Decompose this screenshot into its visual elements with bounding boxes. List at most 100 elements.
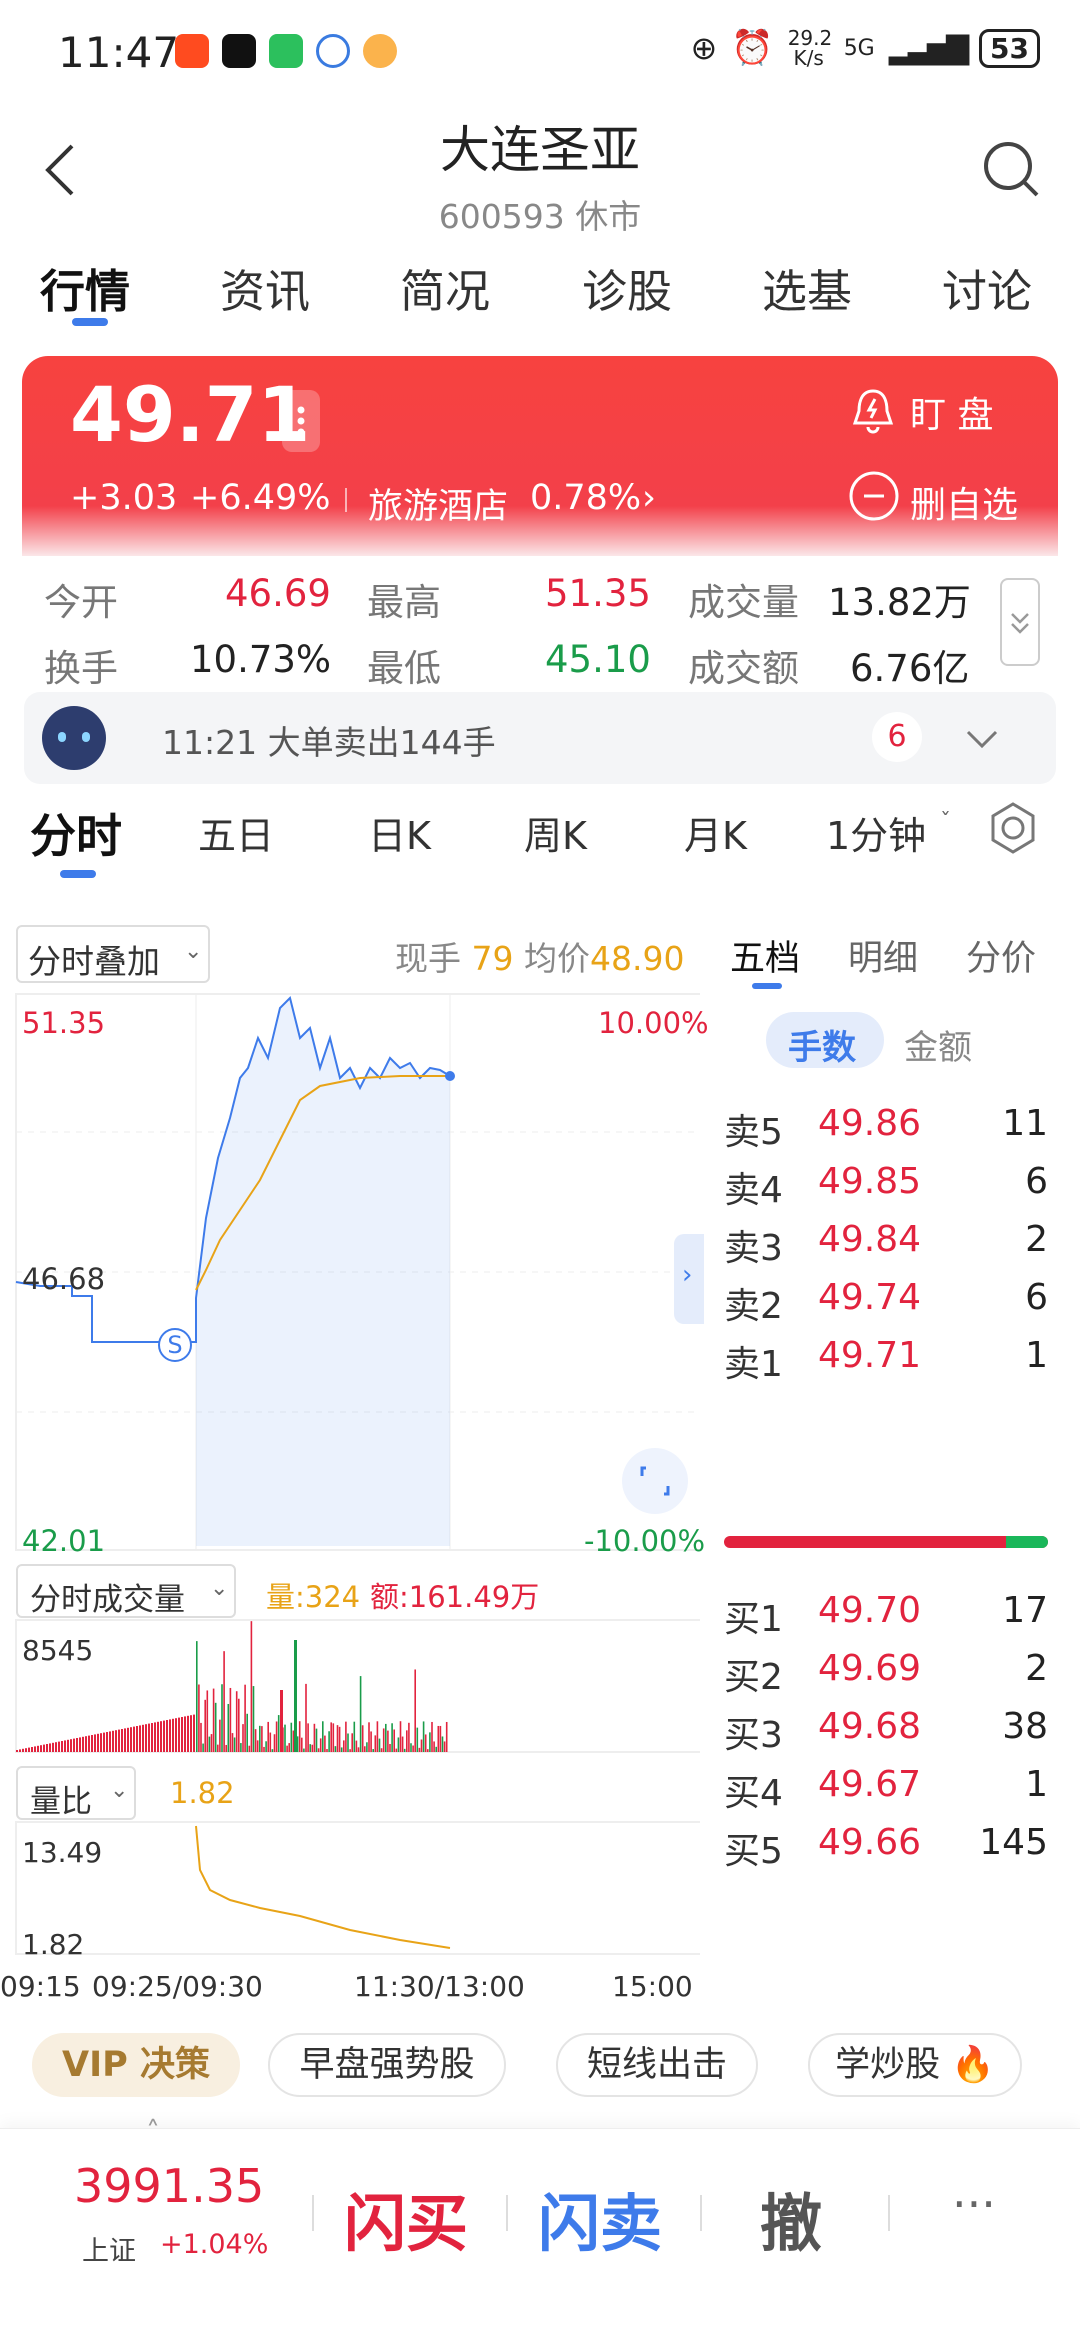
toggle-lots[interactable]: 手数 [766, 1012, 884, 1068]
book-tab-level5[interactable]: 五档 [730, 930, 800, 981]
ask-row-qty: 2 [1025, 1219, 1048, 1260]
volume-bar [22, 1748, 24, 1752]
chart-bot-pct: -10.00% [584, 1524, 706, 1558]
bid-row-price: 49.70 [818, 1590, 922, 1631]
short-term-button[interactable]: 短线出击 [556, 2033, 758, 2097]
more-menu-button[interactable]: ··· [952, 2177, 996, 2231]
fullscreen-button[interactable] [622, 1448, 688, 1514]
vip-decision-button[interactable]: VIP 决策 [32, 2033, 240, 2097]
volume-bar [130, 1727, 132, 1752]
tab-funds[interactable]: 选基 [762, 255, 852, 320]
tab-discuss[interactable]: 讨论 [942, 255, 1032, 320]
sector-pct[interactable]: 0.78% [530, 478, 641, 518]
volume-bar [437, 1725, 440, 1752]
volume-bar [252, 1686, 255, 1752]
volume-bar [16, 1750, 18, 1752]
volume-bar [198, 1684, 200, 1752]
watch-label: 盯 盘 [910, 395, 994, 436]
remove-watchlist-button[interactable]: 删自选 [848, 468, 1028, 528]
volume-bar [294, 1640, 297, 1752]
volume-bar [166, 1720, 168, 1752]
volume-bar [338, 1726, 341, 1752]
search-button[interactable] [982, 140, 1040, 202]
notice-bar[interactable]: 11:21 大单卖出144手 6 [24, 692, 1056, 784]
overlay-dropdown[interactable]: 分时叠加 ⌄ [16, 925, 210, 983]
app-icon-2 [363, 34, 397, 68]
volume-bar [46, 1744, 48, 1752]
ask-row-price: 49.86 [818, 1103, 922, 1144]
tab-quote[interactable]: 行情 [40, 255, 130, 320]
toggle-amount[interactable]: 金额 [904, 1020, 972, 1069]
app-icon [316, 34, 350, 68]
volume-bar [403, 1748, 406, 1752]
volume-bar [148, 1723, 150, 1752]
quick-sell-button[interactable]: 闪卖 [538, 2173, 662, 2263]
volume-bar [181, 1717, 183, 1752]
volume-bar [395, 1748, 398, 1752]
volume-bar [427, 1749, 429, 1752]
chart-tab-minute[interactable]: 1分钟 [826, 805, 926, 860]
quick-buy-button[interactable]: 闪买 [344, 2173, 468, 2263]
volume-bar [397, 1737, 400, 1752]
volume-bar [387, 1730, 389, 1752]
volume-bar [284, 1724, 286, 1752]
volume-ratio-line [195, 1825, 451, 1949]
chart-settings-button[interactable] [985, 800, 1041, 860]
chart-tab-daily[interactable]: 日K [368, 805, 431, 860]
bid-row-qty: 38 [1002, 1706, 1048, 1747]
volume-bar [217, 1744, 219, 1752]
learn-trading-button[interactable]: 学炒股 🔥 [808, 2033, 1022, 2097]
volume-bar [127, 1727, 129, 1752]
bid-row-price: 49.67 [818, 1764, 922, 1805]
volume-bar [58, 1741, 60, 1752]
ratio-dropdown[interactable]: 量比 ⌄ [16, 1766, 136, 1820]
chart-tab-intraday[interactable]: 分时 [30, 800, 122, 866]
ask-row-qty: 6 [1025, 1277, 1048, 1318]
volume-bar [187, 1715, 189, 1752]
book-tab-price[interactable]: 分价 [966, 930, 1036, 981]
volume-bar [64, 1740, 66, 1752]
chart-tab-5day[interactable]: 五日 [198, 805, 274, 860]
chart-tab-monthly[interactable]: 月K [684, 805, 747, 860]
amount-label: 成交额 [688, 647, 799, 690]
volume-bar [343, 1740, 345, 1752]
time-label-morning: 09:25/09:30 [92, 1970, 263, 2003]
expand-stats-button[interactable] [1000, 578, 1040, 666]
volume-bar [160, 1721, 162, 1752]
volume-bar [109, 1731, 111, 1752]
early-strong-stocks-button[interactable]: 早盘强势股 [268, 2033, 506, 2097]
volume-bar [298, 1721, 301, 1752]
volume-bar [154, 1722, 156, 1752]
volume-dropdown[interactable]: 分时成交量 ⌄ [16, 1564, 236, 1618]
index-value[interactable]: 3991.35 [74, 2159, 264, 2213]
volume-bar [322, 1721, 324, 1752]
search-icon [984, 142, 1039, 197]
volume-bar [76, 1738, 78, 1752]
volume-bar [273, 1734, 276, 1752]
tab-profile[interactable]: 简况 [400, 255, 490, 320]
book-tab-detail[interactable]: 明细 [848, 930, 918, 981]
volume-bar [439, 1725, 442, 1752]
volume-bar [275, 1721, 278, 1752]
price-change-pct: +6.49% [190, 478, 331, 518]
volume-bar [248, 1745, 251, 1752]
collapse-side-button[interactable]: › [674, 1234, 704, 1324]
taobao-icon [175, 34, 209, 68]
cancel-order-button[interactable]: 撤 [760, 2173, 822, 2263]
volume-bar [412, 1745, 414, 1752]
tab-diagnosis[interactable]: 诊股 [582, 255, 672, 320]
volume-bar [433, 1741, 435, 1752]
volume-bar [190, 1715, 192, 1752]
sector-name[interactable]: 旅游酒店 [368, 478, 508, 529]
volume-bar [347, 1733, 349, 1752]
volume-bar [115, 1730, 117, 1752]
more-button[interactable] [282, 390, 320, 452]
volume-bar [391, 1723, 393, 1752]
watch-button[interactable]: 盯 盘 [848, 380, 1018, 440]
chart-tab-weekly[interactable]: 周K [524, 805, 587, 860]
tab-news[interactable]: 资讯 [220, 255, 310, 320]
book-tab-indicator [752, 983, 782, 989]
volume-bar [219, 1719, 221, 1752]
chevron-double-down-icon [1011, 613, 1029, 634]
open-value: 46.69 [225, 572, 331, 615]
